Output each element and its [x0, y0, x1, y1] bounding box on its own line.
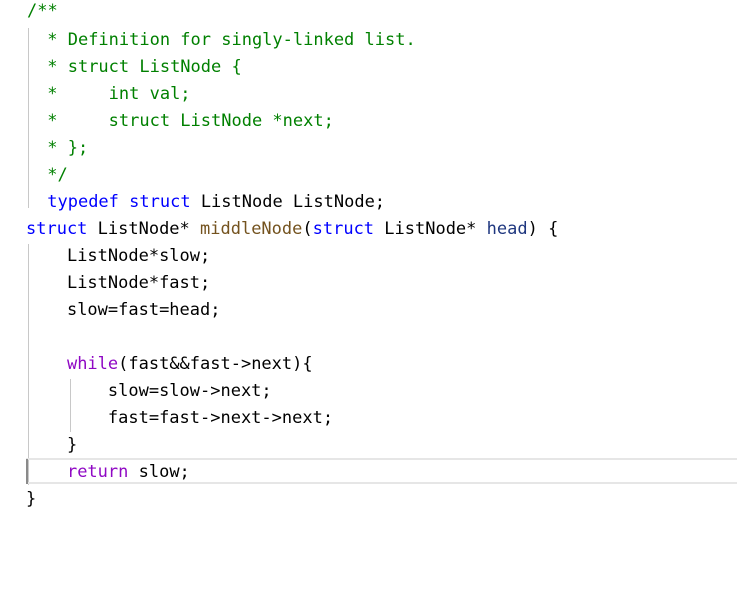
code-token-plain: } — [66, 435, 78, 455]
code-token-keyword: struct — [26, 219, 88, 239]
code-token-comment: * struct ListNode { — [47, 57, 242, 77]
code-token-plain: slow=fast=head; — [66, 300, 221, 320]
code-token-func: middleNode — [200, 219, 303, 239]
code-token-plain: ListNode ListNode; — [190, 192, 386, 212]
code-token-comment: * }; — [47, 138, 89, 158]
code-line[interactable]: */ — [37, 162, 68, 189]
code-token-comment: * struct ListNode *next; — [47, 111, 334, 131]
code-line[interactable]: * struct ListNode { — [37, 54, 242, 81]
code-token-plain: slow; — [128, 462, 190, 482]
code-line[interactable]: fast=fast->next->next; — [26, 405, 333, 432]
code-line[interactable]: return slow; — [26, 459, 190, 486]
code-line[interactable]: * Definition for singly-linked list. — [37, 27, 416, 54]
code-line[interactable]: struct ListNode* middleNode(struct ListN… — [26, 216, 558, 243]
code-line[interactable]: ListNode*slow; — [26, 243, 210, 270]
code-token-plain: } — [26, 489, 37, 509]
code-line[interactable]: * int val; — [37, 81, 191, 108]
code-line[interactable]: while(fast&&fast->next){ — [26, 351, 313, 378]
code-line[interactable]: slow=fast=head; — [26, 297, 221, 324]
code-token-keyword: struct — [129, 192, 191, 212]
code-token-param: head — [486, 219, 528, 239]
code-token-plain: ListNode*fast; — [66, 273, 211, 293]
code-token-plain: ) { — [527, 219, 559, 239]
code-token-keyword: typedef — [47, 192, 119, 212]
code-line[interactable]: ListNode*fast; — [26, 270, 210, 297]
code-line[interactable]: * }; — [37, 135, 88, 162]
code-token-control: while — [66, 354, 119, 374]
code-line[interactable]: } — [26, 432, 77, 459]
code-token-comment: * int val; — [47, 84, 191, 104]
code-token-comment: /** — [27, 1, 58, 21]
code-token-plain: fast=fast->next->next; — [107, 408, 334, 428]
code-token-comment: */ — [47, 165, 68, 185]
code-line[interactable]: typedef struct ListNode ListNode; — [37, 189, 385, 216]
indent-guide-comment — [28, 28, 29, 208]
code-line[interactable]: } — [26, 486, 36, 513]
code-token-comment: * Definition for singly-linked list. — [47, 30, 416, 50]
code-token-keyword: struct — [312, 219, 375, 239]
code-token-plain: ( — [302, 219, 313, 239]
code-token-plain: (fast&&fast->next){ — [118, 354, 313, 374]
code-line[interactable]: /** — [27, 0, 58, 25]
code-line[interactable]: slow=slow->next; — [26, 378, 272, 405]
code-token-control: return — [66, 462, 129, 482]
code-token-plain: ListNode* — [87, 219, 201, 239]
code-token-plain: slow=slow->next; — [107, 381, 272, 401]
code-token-plain: ListNode* — [374, 219, 487, 239]
code-editor[interactable]: /** * Definition for singly-linked list.… — [0, 0, 737, 601]
code-line[interactable]: * struct ListNode *next; — [37, 108, 334, 135]
code-token-plain: ListNode*slow; — [66, 246, 211, 266]
